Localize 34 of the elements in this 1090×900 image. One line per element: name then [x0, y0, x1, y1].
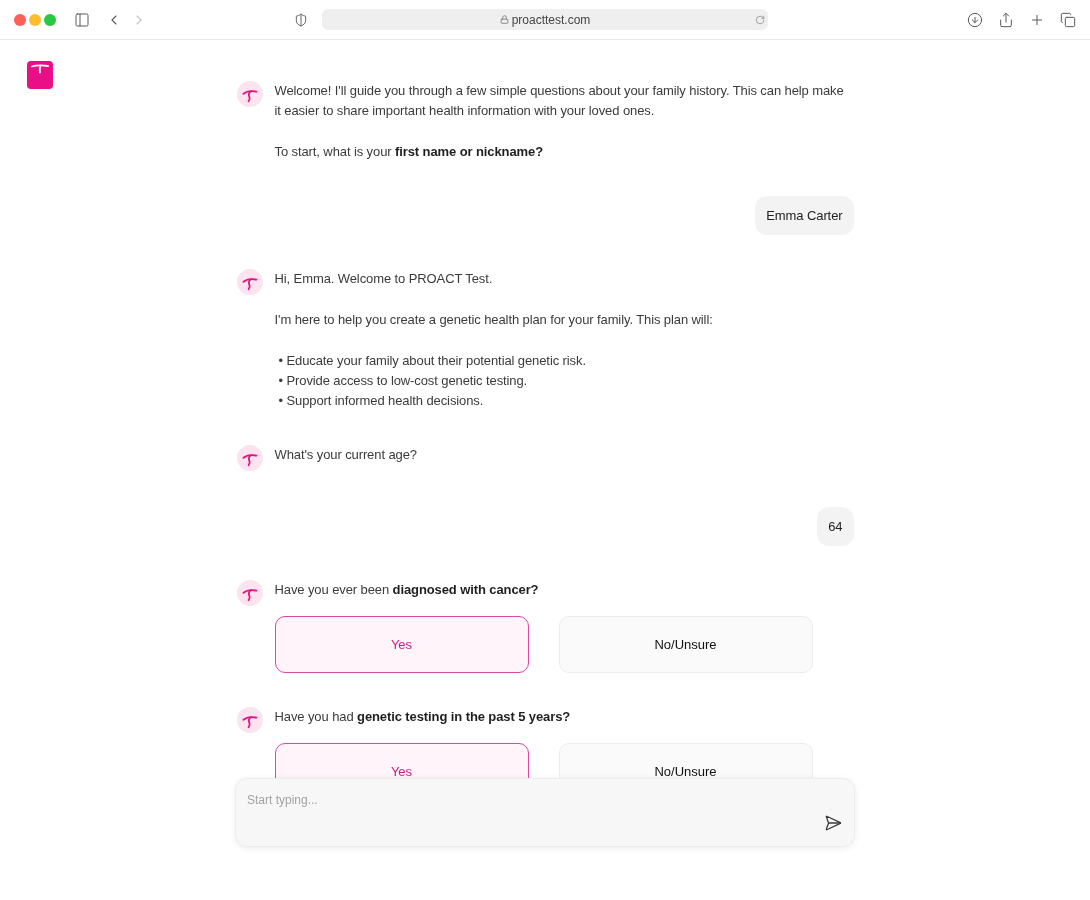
- avatar-icon: [236, 707, 263, 733]
- list-item: • Provide access to low-cost genetic testing.: [278, 372, 529, 390]
- message-text: Have you ever been diagnosed with cancer?: [274, 581, 540, 599]
- share-icon[interactable]: [998, 11, 1014, 28]
- shield-icon[interactable]: [294, 12, 308, 27]
- avatar-icon: [236, 269, 263, 295]
- answer-option-button[interactable]: No/Unsure: [558, 616, 813, 673]
- lock-icon: [499, 15, 509, 24]
- avatar-icon: [236, 445, 263, 471]
- logo-icon[interactable]: [27, 61, 53, 89]
- sidebar-toggle-icon[interactable]: [74, 11, 90, 28]
- window-zoom-icon[interactable]: [44, 13, 56, 26]
- avatar-icon: [236, 580, 263, 606]
- window-close-icon[interactable]: [14, 13, 26, 26]
- message-text: I'm here to help you create a genetic health plan for your family. This plan will:: [274, 311, 714, 329]
- url-text: proacttest.com: [511, 11, 591, 29]
- address-bar[interactable]: proacttest.com: [322, 9, 768, 30]
- avatar-icon: [236, 81, 263, 107]
- message-text: To start, what is your first name or nickname?: [274, 143, 544, 161]
- message-text: Hi, Emma. Welcome to PROACT Test.: [274, 270, 494, 288]
- list-item: • Support informed health decisions.: [278, 392, 485, 410]
- tabs-overview-icon[interactable]: [1060, 11, 1076, 28]
- user-message-bubble: 64: [817, 507, 854, 546]
- send-icon: [824, 814, 842, 832]
- list-item: • Educate your family about their potential genetic risk.: [278, 352, 587, 370]
- message-text: What's your current age?: [274, 446, 418, 464]
- user-message-bubble: Emma Carter: [755, 196, 854, 235]
- message-text: Welcome! I'll guide you through a few simple questions about your family history. This can help make it easier to share important health information with your loved ones.: [274, 82, 845, 120]
- send-button[interactable]: [824, 814, 842, 832]
- answer-option-button[interactable]: Yes: [274, 616, 529, 673]
- answer-option-button[interactable]: Yes: [274, 743, 529, 778]
- message-text: Have you had genetic testing in the past 5 years?: [274, 708, 572, 726]
- answer-option-button[interactable]: No/Unsure: [558, 743, 813, 778]
- download-icon[interactable]: [967, 11, 983, 28]
